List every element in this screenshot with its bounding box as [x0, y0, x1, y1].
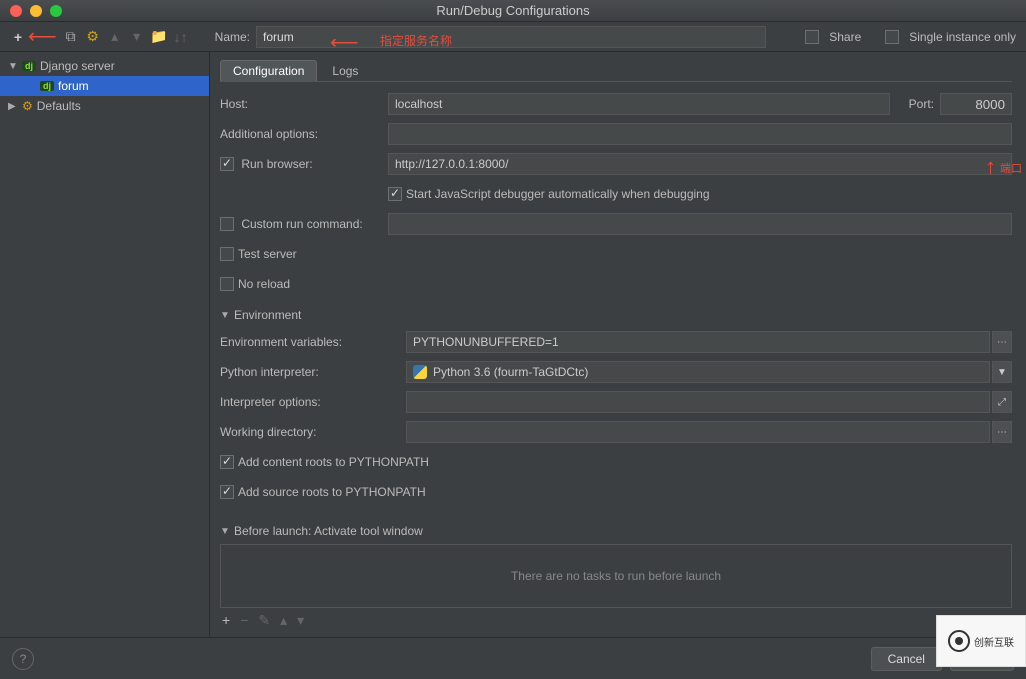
help-button[interactable]: ? [12, 648, 34, 670]
host-label: Host: [220, 97, 388, 111]
working-dir-label: Working directory: [220, 425, 406, 439]
single-instance-checkbox[interactable] [885, 30, 899, 44]
single-instance-label: Single instance only [909, 30, 1016, 44]
minimize-window-button[interactable] [30, 5, 42, 17]
interpreter-label: Python interpreter: [220, 365, 406, 379]
settings-icon[interactable]: ⚙ [85, 29, 101, 45]
no-reload-checkbox[interactable] [220, 277, 234, 291]
traffic-lights [0, 5, 62, 17]
interpreter-options-input[interactable] [406, 391, 990, 413]
custom-run-command-label: Custom run command: [220, 217, 388, 232]
share-label: Share [829, 30, 861, 44]
python-icon [413, 365, 427, 379]
add-source-roots-label: Add source roots to PYTHONPATH [238, 485, 426, 499]
start-js-debugger-checkbox[interactable] [388, 187, 402, 201]
additional-options-input[interactable] [388, 123, 1012, 145]
watermark: 创新互联 [936, 615, 1026, 667]
custom-run-command-input[interactable] [388, 213, 1012, 235]
folder-icon[interactable]: 📁 [151, 29, 167, 45]
annotation-name: 指定服务名称 [380, 32, 452, 49]
env-vars-label: Environment variables: [220, 335, 406, 349]
add-config-button[interactable]: + [10, 29, 26, 45]
tabs: Configuration Logs [220, 60, 1012, 82]
tree-forum[interactable]: dj forum [0, 76, 209, 96]
footer: ? Cancel Apply [0, 637, 1026, 679]
gear-icon: ⚙ [22, 99, 33, 113]
toolbar: + ⟵ ⧉ ⚙ ▴ ▾ 📁 ↓↑ Name: 指定服务名称 ⟵ Share Si… [0, 22, 1026, 52]
django-icon: dj [22, 61, 36, 71]
annotation-port: 端口 [1000, 160, 1022, 176]
annotation-arrow-add: ⟵ [28, 24, 57, 49]
env-vars-input[interactable] [406, 331, 990, 353]
remove-task-button: − [240, 612, 248, 629]
interpreter-options-label: Interpreter options: [220, 395, 406, 409]
tab-logs[interactable]: Logs [319, 60, 371, 81]
custom-run-command-checkbox[interactable] [220, 217, 234, 231]
django-icon: dj [40, 81, 54, 91]
cancel-button[interactable]: Cancel [871, 647, 942, 671]
host-input[interactable] [388, 93, 890, 115]
interpreter-select[interactable]: Python 3.6 (fourm-TaGtDCtc) [406, 361, 990, 383]
down-icon[interactable]: ▾ [129, 29, 145, 45]
before-launch-tasks: There are no tasks to run before launch [220, 544, 1012, 608]
test-server-checkbox[interactable] [220, 247, 234, 261]
add-content-roots-label: Add content roots to PYTHONPATH [238, 455, 429, 469]
chevron-down-icon: ▼ [220, 526, 230, 537]
tree-label: forum [58, 79, 89, 93]
watermark-logo-icon [948, 630, 970, 652]
share-checkbox[interactable] [805, 30, 819, 44]
add-task-button[interactable]: + [222, 612, 230, 629]
add-content-roots-checkbox[interactable] [220, 455, 234, 469]
tree-defaults[interactable]: ▶ ⚙ Defaults [0, 96, 209, 116]
no-reload-label: No reload [238, 277, 290, 291]
port-label: Port: [890, 97, 940, 111]
tree-label: Django server [40, 59, 115, 73]
copy-config-button[interactable]: ⧉ [63, 29, 79, 45]
start-js-debugger-label: Start JavaScript debugger automatically … [406, 187, 710, 201]
close-window-button[interactable] [10, 5, 22, 17]
add-source-roots-checkbox[interactable] [220, 485, 234, 499]
env-vars-browse-button[interactable]: ⋯ [992, 331, 1012, 353]
interpreter-dropdown-button[interactable]: ▼ [992, 361, 1012, 383]
sort-icon[interactable]: ↓↑ [173, 29, 189, 45]
tab-configuration[interactable]: Configuration [220, 60, 317, 81]
config-panel: Configuration Logs Host: Port: Additiona… [210, 52, 1026, 637]
working-dir-input[interactable] [406, 421, 990, 443]
name-label: Name: [215, 30, 250, 44]
chevron-right-icon: ▶ [8, 101, 18, 112]
expand-button[interactable]: ⤢ [992, 391, 1012, 413]
working-dir-browse-button[interactable]: ⋯ [992, 421, 1012, 443]
titlebar: Run/Debug Configurations [0, 0, 1026, 22]
tree-django-server[interactable]: ▼ dj Django server [0, 56, 209, 76]
chevron-down-icon: ▼ [8, 61, 18, 72]
chevron-down-icon: ▼ [220, 310, 230, 321]
move-up-button: ▴ [280, 612, 287, 629]
maximize-window-button[interactable] [50, 5, 62, 17]
task-tools: + − ✎ ▴ ▾ [220, 608, 1012, 633]
edit-task-button: ✎ [258, 612, 270, 629]
before-launch-section[interactable]: ▼ Before launch: Activate tool window [220, 524, 1012, 538]
annotation-arrow-port: ↑ [985, 154, 996, 180]
additional-options-label: Additional options: [220, 127, 388, 141]
tree-label: Defaults [37, 99, 81, 113]
run-browser-checkbox[interactable] [220, 157, 234, 171]
up-icon[interactable]: ▴ [107, 29, 123, 45]
run-browser-input[interactable] [388, 153, 1012, 175]
port-input[interactable] [940, 93, 1012, 115]
environment-section[interactable]: ▼ Environment [220, 308, 1012, 322]
window-title: Run/Debug Configurations [436, 3, 589, 18]
config-tree: ▼ dj Django server dj forum ▶ ⚙ Defaults [0, 52, 210, 637]
run-browser-label: Run browser: [220, 157, 388, 172]
test-server-label: Test server [238, 247, 297, 261]
move-down-button: ▾ [297, 612, 304, 629]
